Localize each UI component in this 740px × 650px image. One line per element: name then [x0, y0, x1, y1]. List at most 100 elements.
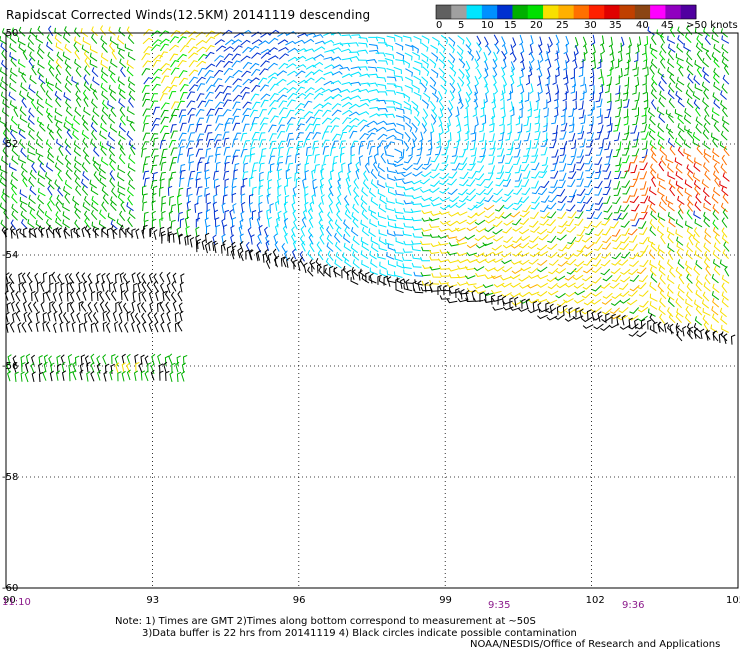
wind-barb — [545, 83, 550, 95]
wind-barb — [695, 242, 703, 253]
wind-barb — [269, 147, 278, 157]
wind-barb — [367, 140, 374, 150]
wind-barb — [501, 292, 512, 298]
wind-barb — [420, 271, 431, 277]
wind-barb — [65, 145, 72, 156]
wind-barb — [658, 180, 667, 190]
wind-barb — [395, 42, 404, 51]
wind-barb — [643, 35, 649, 47]
wind-barb — [188, 132, 196, 141]
wind-barb — [22, 300, 27, 312]
wind-barb — [360, 250, 369, 260]
wind-barb — [136, 322, 141, 334]
wind-barb — [215, 184, 220, 196]
wind-barb — [138, 291, 143, 302]
wind-barb — [90, 322, 96, 333]
wind-barb — [49, 195, 55, 206]
wind-barb — [658, 97, 665, 108]
wind-barb — [675, 229, 684, 238]
wind-barb — [120, 66, 126, 78]
wind-barb — [430, 114, 437, 125]
wind-barb — [286, 109, 295, 118]
wind-barb — [469, 156, 477, 166]
wind-barb — [179, 91, 188, 101]
wind-barb — [101, 90, 109, 100]
wind-barb — [620, 268, 631, 275]
wind-barb — [179, 218, 185, 229]
wind-barb — [710, 132, 719, 141]
wind-barb — [231, 60, 241, 68]
wind-barb — [483, 51, 488, 63]
lon-tick-label: 102 — [586, 595, 605, 606]
wind-barb — [395, 237, 404, 245]
wind-barb — [417, 280, 422, 292]
wind-barb — [21, 218, 28, 229]
wind-barb — [32, 301, 39, 312]
wind-barb — [294, 108, 305, 116]
wind-barb — [82, 171, 90, 181]
wind-barb — [215, 60, 225, 68]
wind-barb — [177, 153, 184, 163]
wind-barb — [567, 236, 577, 245]
wind-barb — [580, 76, 585, 87]
wind-barb — [127, 51, 136, 61]
wind-barb — [503, 173, 512, 182]
wind-barb — [503, 45, 508, 56]
wind-barb — [620, 220, 630, 228]
wind-barb — [677, 259, 685, 269]
wind-barb — [589, 91, 594, 102]
wind-barb — [402, 215, 413, 221]
wind-barb — [577, 130, 585, 140]
wind-barb — [119, 58, 127, 68]
wind-barb — [649, 301, 658, 310]
wind-barb — [361, 227, 370, 237]
wind-barb — [140, 302, 147, 313]
wind-barb — [683, 148, 692, 157]
wind-barb — [64, 43, 72, 54]
wind-barb — [90, 291, 96, 302]
wind-barb — [437, 234, 449, 239]
wind-barb — [653, 321, 658, 332]
wind-barb — [686, 291, 693, 302]
wind-barb — [712, 92, 720, 102]
wind-barb — [721, 44, 729, 54]
wind-barb — [393, 66, 402, 75]
wind-barb — [359, 124, 370, 132]
wind-barb — [584, 179, 593, 188]
wind-barb — [65, 106, 73, 117]
color-swatch — [451, 5, 468, 19]
wind-barb — [686, 273, 693, 284]
wind-barb — [657, 68, 665, 78]
wind-barb — [226, 245, 232, 257]
wind-barb — [243, 162, 249, 173]
wind-barb — [74, 106, 82, 117]
wind-barb — [284, 232, 289, 244]
wind-barb — [367, 127, 379, 133]
wind-barb — [522, 204, 532, 213]
wind-barb — [14, 371, 19, 382]
wind-barb — [474, 75, 480, 87]
wind-barb — [521, 178, 530, 187]
wind-barb — [118, 154, 126, 165]
wind-barb — [366, 132, 376, 140]
wind-barb — [606, 116, 612, 127]
wind-barb — [312, 61, 324, 68]
wind-barb — [649, 186, 657, 196]
wind-barb — [641, 45, 647, 56]
wind-barb — [606, 93, 612, 103]
wind-barb — [386, 197, 395, 204]
wind-barb — [363, 170, 369, 181]
wind-barb — [620, 204, 630, 212]
wind-barb — [421, 99, 429, 109]
wind-barb — [53, 310, 58, 322]
wind-barb — [548, 186, 558, 194]
wind-barb — [368, 36, 379, 42]
wind-barb — [448, 289, 460, 294]
wind-barb — [695, 259, 703, 270]
lat-tick-label: -52 — [2, 139, 18, 150]
wind-barb — [285, 123, 294, 132]
wind-barb — [153, 312, 159, 323]
wind-barb — [222, 240, 227, 251]
wind-barb — [419, 203, 431, 208]
wind-barb — [144, 370, 149, 382]
